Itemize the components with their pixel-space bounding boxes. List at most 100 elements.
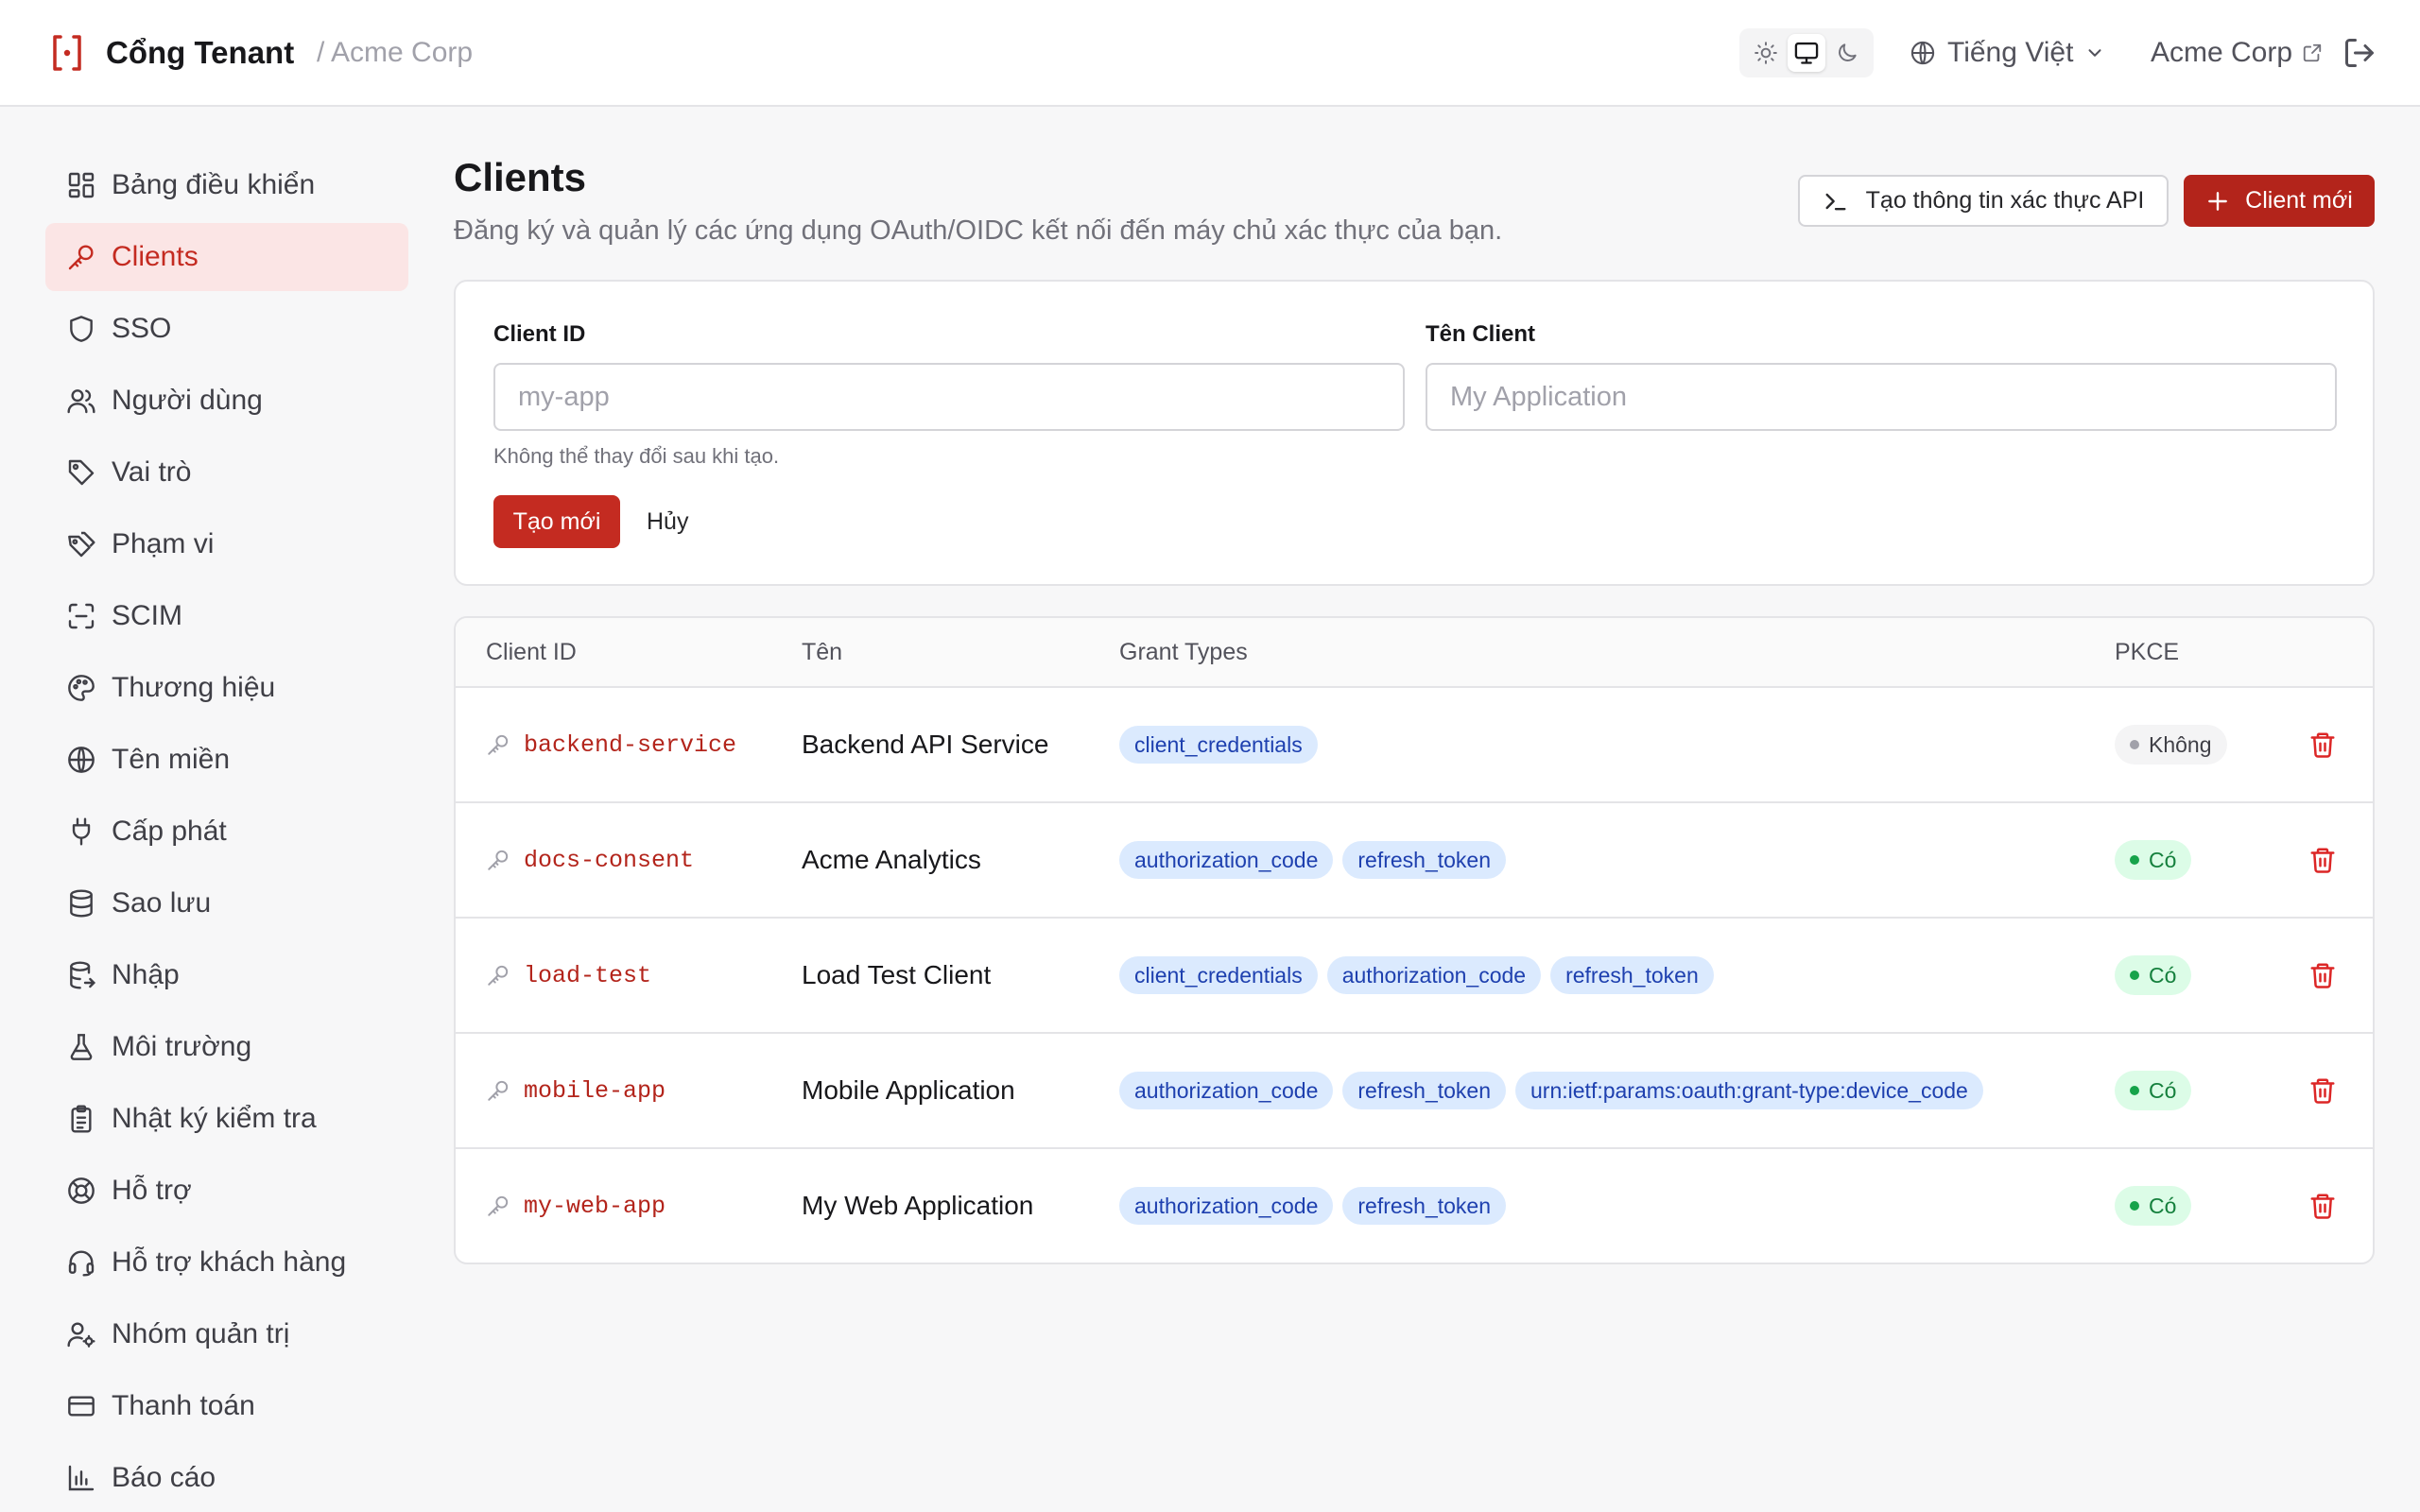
sidebar-item-domains[interactable]: Tên miền (45, 726, 408, 794)
sidebar-item-clients[interactable]: Clients (45, 223, 408, 291)
new-client-button[interactable]: Client mới (2184, 175, 2375, 227)
delete-client-button[interactable] (2308, 1149, 2337, 1263)
delete-client-button[interactable] (2308, 803, 2337, 917)
theme-system-button[interactable] (1787, 34, 1825, 72)
sidebar-item-import[interactable]: Nhập (45, 941, 408, 1009)
sidebar-item-label: Thương hiệu (112, 672, 276, 703)
sidebar-item-label: Clients (112, 241, 199, 272)
client-id-hint: Không thể thay đổi sau khi tạo. (493, 444, 780, 468)
status-dot-icon (2130, 1086, 2139, 1095)
lifebuoy-icon (68, 1177, 95, 1204)
table-row[interactable]: backend-service Backend API Service client… (456, 688, 2373, 803)
top-header: Cổng Tenant / Acme Corp Tiếng Việt Acme (0, 0, 2420, 107)
org-link[interactable]: Acme Corp (2151, 32, 2323, 74)
sidebar-item-sso[interactable]: SSO (45, 295, 408, 363)
globe-icon (1910, 41, 1935, 65)
language-label: Tiếng Việt (1947, 37, 2074, 68)
sidebar-item-environment[interactable]: Môi trường (45, 1013, 408, 1081)
client-name-cell: My Web Application (802, 1191, 1034, 1220)
client-id-value[interactable]: load-test (524, 962, 651, 989)
pkce-status-label: Có (2149, 962, 2177, 988)
delete-client-button[interactable] (2308, 919, 2337, 1032)
sidebar-item-dashboard[interactable]: Bảng điều khiển (45, 151, 408, 219)
client-id-input[interactable] (493, 363, 1405, 431)
grant-type-badge: authorization_code (1326, 956, 1542, 994)
sidebar-item-label: Bảng điều khiển (112, 169, 316, 200)
pkce-status-badge: Có (2115, 1186, 2192, 1226)
client-id-cell: docs-consent (486, 803, 694, 917)
pkce-cell: Không (2115, 688, 2227, 801)
sidebar-item-label: Báo cáo (112, 1462, 216, 1493)
sidebar-item-provisioning[interactable]: Cấp phát (45, 798, 408, 866)
palette-icon (68, 675, 95, 701)
sidebar-item-billing[interactable]: Thanh toán (45, 1372, 408, 1440)
client-name-input[interactable] (1426, 363, 2337, 431)
sidebar-item-label: Cấp phát (112, 816, 227, 847)
client-id-value[interactable]: my-web-app (524, 1193, 666, 1220)
status-dot-icon (2130, 855, 2139, 865)
pkce-status-badge: Có (2115, 1071, 2192, 1110)
trash-icon (2310, 732, 2335, 758)
pkce-cell: Có (2115, 919, 2192, 1032)
create-button[interactable]: Tạo mới (493, 495, 620, 548)
pkce-status-label: Có (2149, 1193, 2177, 1218)
logout-icon[interactable] (2342, 36, 2377, 70)
theme-dark-button[interactable] (1828, 34, 1866, 72)
sidebar-item-customer-support[interactable]: Hỗ trợ khách hàng (45, 1228, 408, 1297)
sidebar-item-roles[interactable]: Vai trò (45, 438, 408, 507)
pkce-cell: Có (2115, 803, 2192, 917)
globe-icon (68, 747, 95, 773)
sidebar-item-branding[interactable]: Thương hiệu (45, 654, 408, 722)
grant-type-badge: refresh_token (1550, 956, 1714, 994)
grant-type-badge: client_credentials (1119, 956, 1318, 994)
create-api-credentials-button[interactable]: Tạo thông tin xác thực API (1798, 175, 2169, 227)
plus-icon (2208, 191, 2228, 211)
brand-name: Cổng Tenant (106, 35, 295, 70)
language-select[interactable]: Tiếng Việt (1910, 32, 2105, 74)
pkce-cell: Có (2115, 1034, 2192, 1147)
sidebar-item-support[interactable]: Hỗ trợ (45, 1157, 408, 1225)
sidebar-item-admin-groups[interactable]: Nhóm quản trị (45, 1300, 408, 1368)
cancel-button[interactable]: Hủy (635, 495, 700, 548)
table-body: backend-service Backend API Service client… (456, 688, 2373, 1263)
sidebar-item-scim[interactable]: SCIM (45, 582, 408, 650)
flask-icon (70, 1034, 93, 1060)
sidebar-item-backup[interactable]: Sao lưu (45, 869, 408, 937)
key-icon (488, 850, 509, 870)
grant-type-badge: refresh_token (1342, 1187, 1507, 1225)
trash-icon (2310, 848, 2335, 873)
client-name-cell: Load Test Client (802, 960, 992, 989)
grant-type-badge: refresh_token (1342, 841, 1507, 879)
client-id-value[interactable]: mobile-app (524, 1077, 666, 1105)
pkce-cell: Có (2115, 1149, 2192, 1263)
sidebar-item-label: SCIM (112, 600, 182, 631)
table-row[interactable]: my-web-app My Web Application authorizatio… (456, 1149, 2373, 1263)
sidebar-item-reports[interactable]: Báo cáo (45, 1444, 408, 1512)
delete-client-button[interactable] (2308, 1034, 2337, 1147)
table-row[interactable]: load-test Load Test Client client_credenti… (456, 919, 2373, 1034)
status-dot-icon (2130, 1201, 2139, 1211)
key-icon (488, 1080, 509, 1101)
bar-chart-icon (68, 1465, 95, 1491)
sidebar-item-audit-log[interactable]: Nhật ký kiểm tra (45, 1085, 408, 1153)
page-title: Clients (454, 155, 587, 199)
client-id-value[interactable]: backend-service (524, 731, 736, 759)
client-name-cell: Mobile Application (802, 1075, 1015, 1105)
create-api-credentials-label: Tạo thông tin xác thực API (1865, 187, 2145, 214)
sidebar-item-scopes[interactable]: Phạm vi (45, 510, 408, 578)
theme-light-button[interactable] (1747, 34, 1785, 72)
sidebar-item-users[interactable]: Người dùng (45, 367, 408, 435)
pkce-status-badge: Có (2115, 955, 2192, 995)
sun-icon (1754, 42, 1777, 64)
client-id-value[interactable]: docs-consent (524, 847, 694, 874)
pkce-status-label: Có (2149, 1077, 2177, 1103)
database-icon (70, 889, 93, 918)
sidebar-item-label: Sao lưu (112, 887, 212, 919)
delete-client-button[interactable] (2308, 688, 2337, 801)
sidebar-item-label: Môi trường (112, 1031, 252, 1062)
tags-icon (68, 531, 95, 558)
table-row[interactable]: docs-consent Acme Analytics authorization_… (456, 803, 2373, 919)
client-id-cell: mobile-app (486, 1034, 666, 1147)
table-row[interactable]: mobile-app Mobile Application authorizatio… (456, 1034, 2373, 1149)
page-subtitle: Đăng ký và quản lý các ứng dụng OAuth/OI… (454, 215, 1503, 246)
